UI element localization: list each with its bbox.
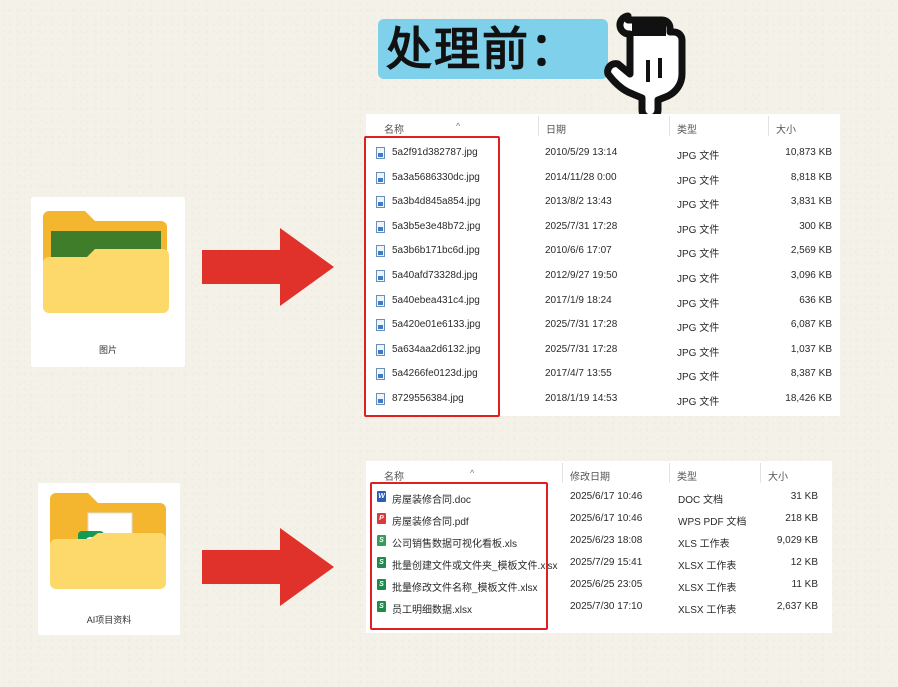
file-type: JPG 文件	[677, 372, 720, 384]
file-date: 2025/6/23 18:08	[570, 535, 643, 546]
sort-up-icon[interactable]: ^	[470, 468, 474, 478]
column-type[interactable]: 类型	[677, 121, 697, 136]
spreadsheet-folder-icon: S	[50, 493, 166, 589]
file-size: 9,029 KB	[776, 535, 818, 546]
file-size: 1,037 KB	[790, 343, 832, 355]
file-type: XLS 工作表	[678, 539, 730, 550]
file-type: XLSX 工作表	[678, 561, 737, 572]
file-size: 11 KB	[791, 579, 819, 590]
file-size: 18,426 KB	[785, 392, 832, 404]
file-date: 2025/7/29 15:41	[570, 557, 643, 568]
file-date: 2025/6/25 23:05	[570, 579, 643, 590]
file-date: 2018/1/19 14:53	[545, 392, 618, 404]
file-date: 2025/7/30 17:10	[570, 601, 643, 612]
file-type: JPG 文件	[677, 224, 720, 236]
highlight-box	[364, 136, 500, 417]
file-size: 8,818 KB	[790, 171, 832, 183]
file-size: 3,096 KB	[790, 269, 832, 281]
image-folder-icon	[43, 211, 169, 313]
file-date: 2017/4/7 13:55	[545, 368, 612, 380]
folder-card-ai-project[interactable]: S AI项目资料	[38, 483, 180, 635]
file-type: JPG 文件	[677, 396, 720, 408]
file-date: 2010/5/29 13:14	[545, 147, 618, 158]
right-arrow-icon	[202, 228, 334, 306]
file-type: JPG 文件	[677, 298, 720, 310]
file-size: 218 KB	[785, 513, 818, 524]
file-type: XLSX 工作表	[678, 583, 737, 594]
file-size: 3,831 KB	[790, 196, 832, 208]
file-type: DOC 文档	[678, 495, 723, 506]
page-title: 处理前：	[386, 22, 578, 76]
file-size: 8,387 KB	[790, 368, 832, 380]
file-size: 10,873 KB	[785, 147, 832, 158]
file-type: JPG 文件	[677, 249, 720, 261]
file-type: JPG 文件	[677, 200, 720, 212]
file-date: 2017/1/9 18:24	[545, 294, 612, 306]
folder-label: 图片	[98, 345, 117, 355]
file-type: JPG 文件	[677, 151, 720, 162]
column-modified-date[interactable]: 修改日期	[570, 468, 610, 483]
column-size[interactable]: 大小	[768, 468, 788, 483]
file-type: JPG 文件	[677, 175, 720, 187]
folder-card-pictures[interactable]: 图片	[31, 197, 185, 367]
folder-label: AI项目资料	[86, 615, 132, 625]
page-root: { "header": { "title": "处理前：" }, "folder…	[0, 0, 898, 687]
column-size[interactable]: 大小	[776, 121, 796, 136]
file-date: 2014/11/28 0:00	[545, 171, 617, 183]
column-header: ^ 名称 日期 类型 大小	[366, 114, 840, 138]
file-date: 2025/7/31 17:28	[545, 220, 618, 232]
file-date: 2010/6/6 17:07	[545, 245, 612, 257]
file-date: 2025/6/17 10:46	[570, 491, 643, 502]
file-size: 6,087 KB	[790, 319, 832, 331]
pointing-hand-icon	[604, 12, 686, 120]
file-type: JPG 文件	[677, 347, 720, 359]
file-size: 300 KB	[799, 220, 832, 232]
right-arrow-icon	[202, 528, 334, 606]
column-name[interactable]: 名称	[384, 468, 404, 483]
column-date[interactable]: 日期	[546, 121, 566, 136]
file-type: WPS PDF 文档	[678, 517, 747, 528]
file-date: 2025/6/17 10:46	[570, 513, 643, 524]
column-name[interactable]: 名称	[384, 121, 404, 136]
column-type[interactable]: 类型	[677, 468, 697, 483]
file-date: 2012/9/27 19:50	[545, 269, 618, 281]
file-type: XLSX 工作表	[678, 605, 737, 616]
sort-up-icon[interactable]: ^	[456, 121, 460, 131]
file-date: 2025/7/31 17:28	[545, 319, 618, 331]
file-date: 2013/8/2 13:43	[545, 196, 612, 208]
highlight-box	[370, 482, 548, 630]
file-type: JPG 文件	[677, 323, 720, 335]
file-size: 31 KB	[790, 491, 818, 502]
file-date: 2025/7/31 17:28	[545, 343, 618, 355]
file-size: 2,569 KB	[790, 245, 832, 257]
file-size: 636 KB	[799, 294, 832, 306]
file-type: JPG 文件	[677, 273, 720, 285]
file-size: 2,637 KB	[776, 601, 818, 612]
file-size: 12 KB	[790, 557, 818, 568]
